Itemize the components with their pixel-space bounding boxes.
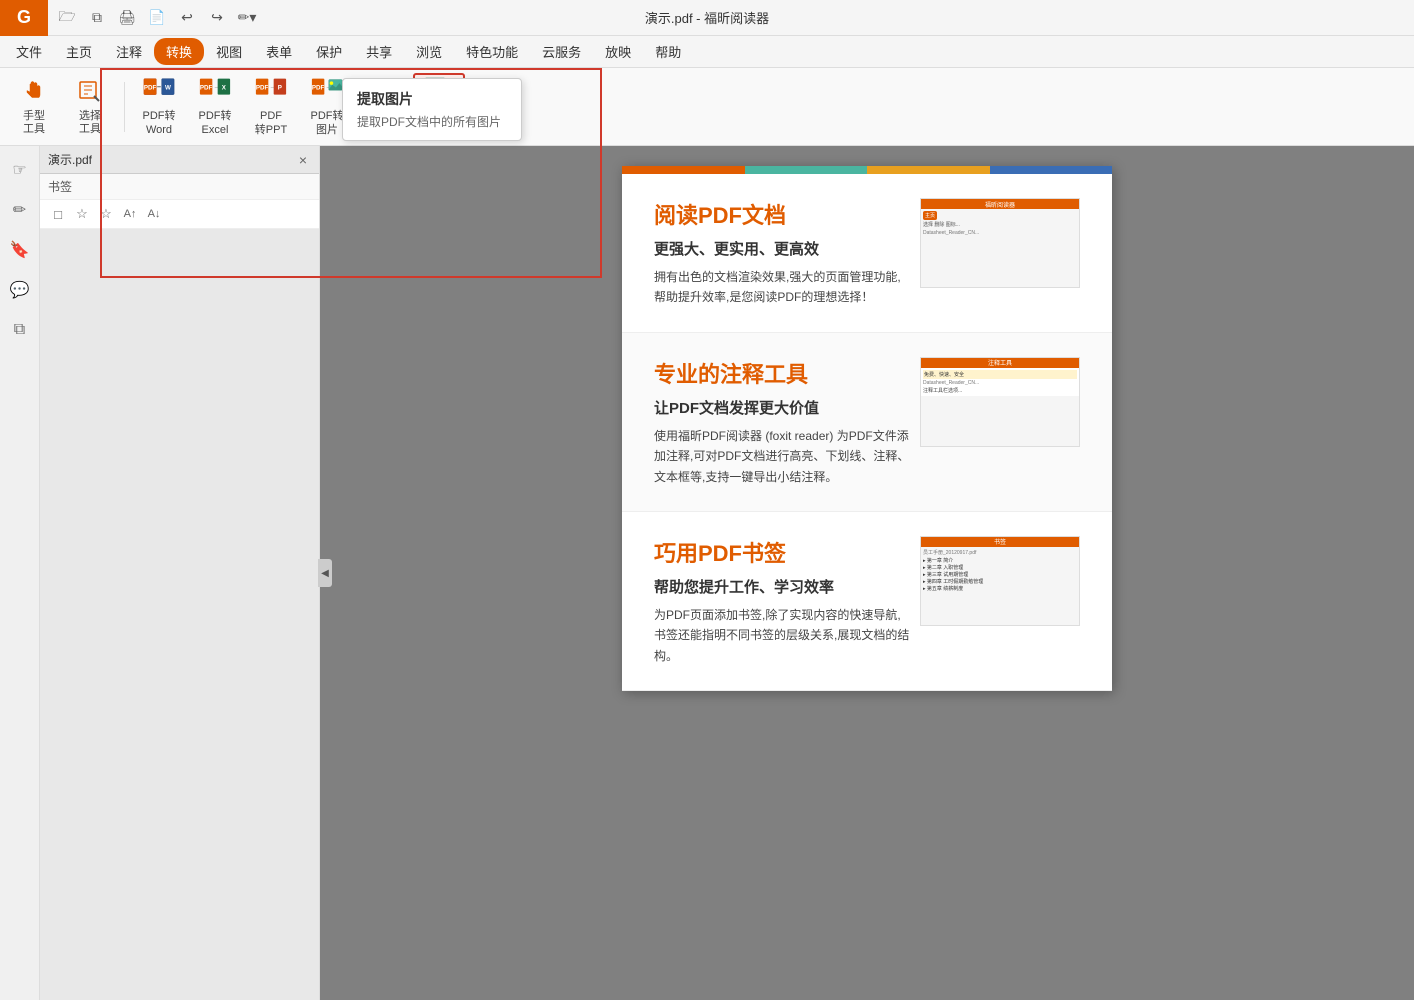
menu-bar: 文件 主页 注释 转换 视图 表单 保护 共享 浏览 特色功能 云服务 放映 帮… [0, 36, 1414, 68]
menu-slideshow[interactable]: 放映 [593, 38, 643, 65]
undo-btn[interactable]: ↩ [176, 7, 198, 29]
bookmark-tools: □ ☆ ☆ A↑ A↓ [40, 200, 319, 229]
colorbar-yellow [867, 166, 990, 174]
main-area: ☞ ✏ 🔖 💬 ⧉ 演示.pdf × 书签 □ ☆ ☆ A↑ A↓ ◀ [0, 146, 1414, 1000]
svg-text:P: P [278, 85, 282, 92]
menu-protect[interactable]: 保护 [304, 38, 354, 65]
menu-help[interactable]: 帮助 [643, 38, 693, 65]
svg-text:PDF: PDF [256, 85, 269, 92]
sidebar-edit-icon[interactable]: ✏ [4, 194, 36, 226]
pdf-to-excel-btn[interactable]: PDF → X PDF转Excel [189, 73, 241, 141]
separator-1 [124, 82, 125, 132]
tooltip-title: 提取图片 [357, 89, 507, 109]
mini-app-bar-1: 福昕阅读器 [921, 199, 1079, 209]
hand-tool-btn[interactable]: 手型工具 [8, 73, 60, 141]
menu-share[interactable]: 共享 [354, 38, 404, 65]
menu-cloud[interactable]: 云服务 [530, 38, 593, 65]
pdf-to-ppt-btn[interactable]: PDF → P PDF转PPT [245, 73, 297, 141]
pdf-to-word-btn[interactable]: PDF → W PDF转Word [133, 73, 185, 141]
bookmark-tool-4[interactable]: A↑ [120, 204, 140, 224]
tooltip-description: 提取PDF文档中的所有图片 [357, 113, 507, 130]
pdf-to-excel-icon: PDF → X [199, 76, 231, 108]
bookmark-bar: 书签 [40, 174, 319, 200]
file-content-area [40, 229, 319, 1000]
title-bar-tools: 🗁 ⧉ 🖨 📄 ↩ ↪ ✏▾ [48, 7, 266, 29]
bookmark-label: 书签 [48, 180, 72, 194]
menu-features[interactable]: 特色功能 [454, 38, 530, 65]
bookmark-tool-2[interactable]: ☆ [72, 204, 92, 224]
toolbar: 手型工具 选择工具 PDF → W PDF转Word [0, 68, 1414, 146]
sidebar-copy-icon[interactable]: ⧉ [4, 314, 36, 346]
select-tool-label: 选择工具 [79, 110, 101, 136]
pdf-to-image-icon: PDF → [311, 76, 343, 108]
svg-text:PDF: PDF [200, 85, 213, 92]
title-bar: G 🗁 ⧉ 🖨 📄 ↩ ↪ ✏▾ 演示.pdf - 福昕阅读器 [0, 0, 1414, 36]
menu-home[interactable]: 主页 [54, 38, 104, 65]
bookmark-tool-5[interactable]: A↓ [144, 204, 164, 224]
mini-app-screenshot-1: 福昕阅读器 主页 选择 删除 图标... Datasheet_Reader_CN… [920, 198, 1080, 288]
bookmark-tool-1[interactable]: □ [48, 204, 68, 224]
new-window-btn[interactable]: ⧉ [86, 7, 108, 29]
colorbar-orange [622, 166, 745, 174]
pdf-section-3: 书签 员工手册_20120917.pdf ▸ 第一章 简介 ▸ 第二章 入职管理… [622, 512, 1112, 691]
menu-file[interactable]: 文件 [4, 38, 54, 65]
sidebar-comment-icon[interactable]: 💬 [4, 274, 36, 306]
pdf-to-word-label: PDF转Word [143, 110, 176, 136]
mini-app-bar-3: 书签 [921, 537, 1079, 547]
mini-app-content-2: 免费、快速、安全 Datasheet_Reader_CN... 注释工具栏选项.… [921, 368, 1079, 396]
left-sidebar: ☞ ✏ 🔖 💬 ⧉ [0, 146, 40, 1000]
menu-view[interactable]: 视图 [204, 38, 254, 65]
hand-tool-icon [18, 77, 50, 109]
pdf-viewer-area: 福昕阅读器 主页 选择 删除 图标... Datasheet_Reader_CN… [320, 146, 1414, 1000]
colorbar-teal [745, 166, 868, 174]
select-tool-btn[interactable]: 选择工具 [64, 73, 116, 141]
select-tool-icon [74, 77, 106, 109]
mini-app-bar-2: 注释工具 [921, 358, 1079, 368]
menu-annotate[interactable]: 注释 [104, 38, 154, 65]
colorbar-blue [990, 166, 1113, 174]
tooltip-box: 提取图片 提取PDF文档中的所有图片 [342, 78, 522, 141]
pdf-page: 福昕阅读器 主页 选择 删除 图标... Datasheet_Reader_CN… [622, 166, 1112, 691]
pdf-colorbar [622, 166, 1112, 174]
menu-convert[interactable]: 转换 [154, 38, 204, 65]
svg-text:PDF: PDF [144, 85, 157, 92]
file-tab-name: 演示.pdf [48, 151, 295, 168]
bookmark-tool-3[interactable]: ☆ [96, 204, 116, 224]
menu-browse[interactable]: 浏览 [404, 38, 454, 65]
pdf-to-word-icon: PDF → W [143, 76, 175, 108]
window-title: 演示.pdf - 福昕阅读器 [645, 8, 769, 27]
mini-app-content-3: 员工手册_20120917.pdf ▸ 第一章 简介 ▸ 第二章 入职管理 ▸ … [921, 547, 1079, 594]
menu-form[interactable]: 表单 [254, 38, 304, 65]
pdf-to-image-label: PDF转图片 [311, 110, 344, 136]
mini-app-screenshot-3: 书签 员工手册_20120917.pdf ▸ 第一章 简介 ▸ 第二章 入职管理… [920, 536, 1080, 626]
pdf-to-ppt-icon: PDF → P [255, 76, 287, 108]
pdf-section-2: 注释工具 免费、快速、安全 Datasheet_Reader_CN... 注释工… [622, 333, 1112, 512]
pdf-to-ppt-label: PDF转PPT [255, 110, 287, 136]
open-folder-btn[interactable]: 🗁 [56, 7, 78, 29]
file-tab-close-btn[interactable]: × [295, 152, 311, 168]
pdf-section-1: 福昕阅读器 主页 选择 删除 图标... Datasheet_Reader_CN… [622, 174, 1112, 333]
mini-app-screenshot-2: 注释工具 免费、快速、安全 Datasheet_Reader_CN... 注释工… [920, 357, 1080, 447]
svg-text:PDF: PDF [312, 85, 325, 92]
new-doc-btn[interactable]: 📄 [146, 7, 168, 29]
hand-tool-label: 手型工具 [23, 110, 45, 136]
mini-app-content-1: 主页 选择 删除 图标... Datasheet_Reader_CN... [921, 209, 1079, 238]
more-tools-btn[interactable]: ✏▾ [236, 7, 258, 29]
collapse-arrow-btn[interactable]: ◀ [318, 559, 332, 587]
sidebar-hand-icon[interactable]: ☞ [4, 154, 36, 186]
svg-text:W: W [165, 85, 171, 92]
print-btn[interactable]: 🖨 [116, 7, 138, 29]
file-panel: 演示.pdf × 书签 □ ☆ ☆ A↑ A↓ [40, 146, 320, 1000]
redo-btn[interactable]: ↪ [206, 7, 228, 29]
file-tab: 演示.pdf × [40, 146, 319, 174]
app-logo: G [0, 0, 48, 36]
pdf-to-excel-label: PDF转Excel [199, 110, 232, 136]
sidebar-bookmark-icon[interactable]: 🔖 [4, 234, 36, 266]
